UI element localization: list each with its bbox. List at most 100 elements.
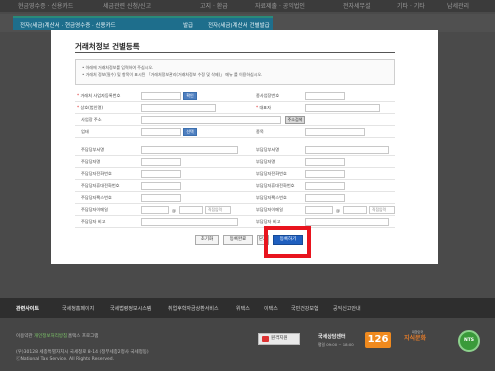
reset-button[interactable]: 초기화	[195, 235, 219, 245]
top-nav-item[interactable]: 기타 · 기타	[397, 1, 425, 10]
footer-link[interactable]: 국민건강보험	[291, 305, 319, 312]
footer-link[interactable]: 국세법령정보시스템	[110, 305, 151, 312]
form-row: 주담당자팩스번호 부담당자팩스번호	[75, 193, 395, 204]
form-row: 주담당자명 부담당자명	[75, 157, 395, 168]
notice-line: • 거래처 정보(필수) 및 항목이 표시된 「거래처정보관리(거래처정보 수정…	[82, 72, 263, 77]
mgr-email-domain-input[interactable]	[179, 206, 203, 214]
mgr-name-label: 주담당자명	[81, 159, 101, 164]
top-nav-item[interactable]: 고지 · 환급	[200, 1, 228, 10]
company-label: * 상호(법인명)	[77, 105, 103, 110]
company-input[interactable]	[141, 104, 216, 112]
footer-copyright: ⓒNational Tax Service. All Rights Reserv…	[16, 357, 115, 362]
mgr-email-domain-select[interactable]: 직접입력	[205, 206, 231, 214]
mgr-dept-input[interactable]	[141, 146, 238, 154]
sub-email-label: 부담당자이메일	[256, 207, 283, 212]
item-input[interactable]	[305, 128, 365, 136]
breadcrumb-home[interactable]: 전자(세금)계산서 · 현금영수증 · 신용카드	[20, 21, 116, 29]
notice-box: • 아래에 거래처정보를 입력하여 주십시오. • 거래처 정보(필수) 및 항…	[75, 59, 395, 85]
footer-link[interactable]: 위택스	[236, 305, 250, 312]
mgr-phone-label: 주담당자전화번호	[81, 171, 112, 176]
top-nav-item[interactable]: 전자세무설	[343, 1, 371, 10]
mgr-note-input[interactable]	[141, 218, 238, 226]
sub-phone-label: 부담당자전화번호	[256, 171, 287, 176]
mgr-dept-label: 주담당부서명	[81, 147, 105, 152]
mgr-fax-label: 주담당자팩스번호	[81, 195, 112, 200]
nts-logo: NTS	[458, 330, 480, 352]
sub-note-label: 부담당자 비고	[256, 219, 281, 224]
sub-email-domain-input[interactable]	[343, 206, 367, 214]
modal-title: 거래처정보 건별등록	[75, 42, 140, 51]
remote-support-label: 원격지원	[271, 336, 288, 341]
sub-mobile-input[interactable]	[305, 182, 345, 190]
form-row: * 거래처 사업자등록번호 확인 종사업장번호	[75, 91, 395, 102]
sub-dept-input[interactable]	[305, 146, 389, 154]
reg-no-label: * 거래처 사업자등록번호	[77, 93, 121, 98]
footer-link[interactable]: 공익신고안내	[333, 305, 361, 312]
remote-support-icon	[262, 336, 269, 342]
mgr-note-label: 주담당자 비고	[81, 219, 106, 224]
sub-no-label: 종사업장번호	[256, 93, 280, 98]
sub-dept-label: 부담당부서명	[256, 147, 280, 152]
mgr-name-input[interactable]	[141, 158, 181, 166]
mgr-email-id-input[interactable]	[141, 206, 169, 214]
address-search-button[interactable]: 주소검색	[285, 116, 305, 124]
ceo-input[interactable]	[305, 104, 380, 112]
top-nav-item[interactable]: 납세관리	[447, 1, 469, 10]
mgr-phone-input[interactable]	[141, 170, 181, 178]
form-row: 사업장 주소 주소검색	[75, 115, 395, 126]
breadcrumb-level1[interactable]: 발급	[183, 21, 193, 29]
at-sign: @	[172, 208, 176, 213]
register-done-button[interactable]: 등록완료	[223, 235, 253, 245]
top-nav: 현금영수증 · 신용카드 세금관련 신청/신고 고지 · 환급 자료제출 · 공…	[0, 0, 495, 12]
reg-no-check-button[interactable]: 확인	[183, 92, 197, 100]
footer	[0, 318, 495, 371]
sub-phone-input[interactable]	[305, 170, 345, 178]
form-row: 업태 선택 종목	[75, 127, 395, 138]
mgr-email-label: 주담당자이메일	[81, 207, 108, 212]
notice-line: • 아래에 거래처정보를 입력하여 주십시오.	[82, 65, 154, 70]
title-divider	[75, 52, 395, 53]
form-row: 주담당자휴대전화번호 부담당자휴대전화번호	[75, 181, 395, 192]
biz-type-select-button[interactable]: 선택	[183, 128, 197, 136]
biz-type-input[interactable]	[141, 128, 181, 136]
sub-email-domain-select[interactable]: 직접입력	[369, 206, 395, 214]
highlight-box	[264, 226, 311, 258]
reg-no-input[interactable]	[141, 92, 181, 100]
sub-name-input[interactable]	[305, 158, 345, 166]
form-row: * 상호(법인명) * 대표자	[75, 103, 395, 114]
related-sites-title: 관련사이트	[16, 306, 40, 312]
mgr-fax-input[interactable]	[141, 194, 181, 202]
program-link[interactable]: 홈택스 프로그램	[68, 333, 98, 339]
sub-fax-label: 부담당자팩스번호	[256, 195, 287, 200]
gov-logo: 지식문화	[404, 335, 427, 342]
remote-support-button[interactable]: 원격지원	[258, 333, 300, 345]
top-nav-item[interactable]: 현금영수증 · 신용카드	[18, 1, 73, 10]
sub-email-id-input[interactable]	[305, 206, 333, 214]
form-row: 주담당자전화번호 부담당자전화번호	[75, 169, 395, 180]
sub-no-input[interactable]	[305, 92, 345, 100]
terms-link[interactable]: 이용약관	[16, 333, 33, 339]
biz-type-label: 업태	[81, 129, 89, 134]
sub-note-input[interactable]	[305, 218, 389, 226]
address-label: 사업장 주소	[81, 117, 102, 122]
footer-link[interactable]: 취업후학자금상환서비스	[168, 305, 219, 312]
callcenter-hours: 평일 09:00 ~ 18:00	[318, 342, 354, 347]
address-input[interactable]	[141, 116, 281, 124]
mgr-mobile-input[interactable]	[141, 182, 181, 190]
at-sign: @	[336, 208, 340, 213]
form-row: 주담당자 비고 부담당자 비고	[75, 217, 395, 228]
item-label: 종목	[256, 129, 264, 134]
sub-fax-input[interactable]	[305, 194, 345, 202]
footer-link[interactable]: 이택스	[264, 305, 278, 312]
footer-link[interactable]: 국세청홈페이지	[62, 305, 94, 312]
top-nav-item[interactable]: 자료제출 · 공익법인	[255, 1, 305, 10]
form-row: 주담당부서명 부담당부서명	[75, 145, 395, 156]
form-row: 주담당자이메일 @ 직접입력 부담당자이메일 @ 직접입력	[75, 205, 395, 216]
top-nav-item[interactable]: 세금관련 신청/신고	[103, 1, 151, 10]
breadcrumb-level2[interactable]: 전자(세금)계산서 건별발급	[208, 21, 270, 29]
privacy-link[interactable]: 개인정보처리방침	[34, 333, 67, 339]
callcenter-title: 국세상담센터	[318, 334, 346, 340]
related-sites-bar: 관련사이트 국세청홈페이지 국세법령정보시스템 취업후학자금상환서비스 위택스 …	[0, 298, 495, 318]
ceo-label: * 대표자	[256, 105, 271, 110]
breadcrumb: 전자(세금)계산서 · 현금영수증 · 신용카드 발급 전자(세금)계산서 건별…	[13, 16, 273, 30]
